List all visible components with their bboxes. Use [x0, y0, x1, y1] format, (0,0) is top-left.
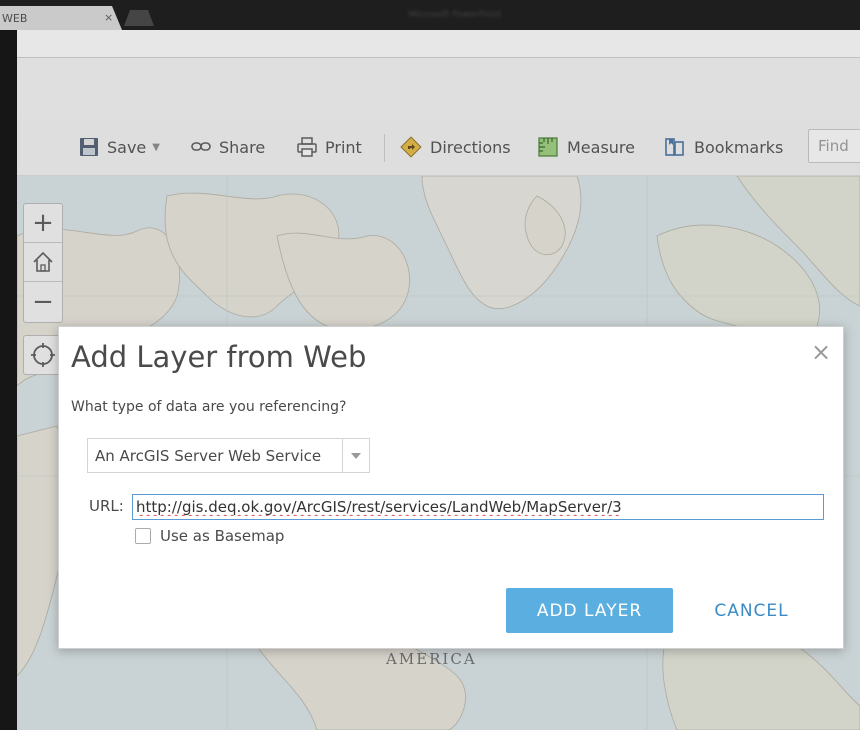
printer-icon [297, 137, 317, 157]
save-label: Save [107, 137, 147, 157]
link-icon [191, 142, 211, 151]
directions-label: Directions [430, 137, 511, 157]
chevron-down-icon: ▼ [152, 141, 160, 153]
share-label: Share [219, 137, 266, 157]
map-toolbar: Save ▼ Share Print Directions Measure Bo… [17, 118, 860, 176]
cancel-button[interactable]: CANCEL [699, 588, 804, 633]
directions-icon [400, 136, 422, 158]
url-input[interactable] [132, 494, 824, 520]
measure-button[interactable]: Measure [537, 136, 635, 158]
use-as-basemap-label: Use as Basemap [160, 527, 285, 545]
browser-tab[interactable]: WEB × [0, 6, 122, 30]
locate-icon [31, 343, 55, 367]
zoom-out-button[interactable]: − [24, 282, 62, 321]
bookmarks-icon [665, 138, 684, 156]
share-button[interactable]: Share [191, 136, 265, 158]
zoom-in-button[interactable]: + [24, 204, 62, 243]
use-as-basemap-checkbox[interactable] [135, 528, 151, 544]
directions-button[interactable]: Directions [400, 136, 511, 158]
zoom-control: + − [23, 203, 63, 323]
home-button[interactable] [24, 243, 62, 282]
chevron-down-icon [342, 439, 369, 472]
save-icon [80, 138, 98, 156]
locate-button[interactable] [23, 335, 63, 375]
add-layer-dialog: Add Layer from Web × What type of data a… [58, 326, 844, 649]
window-title: Microsoft PowerPoint [408, 10, 502, 20]
tab-close-icon[interactable]: × [104, 11, 113, 24]
close-icon[interactable]: × [811, 338, 831, 366]
add-layer-button[interactable]: ADD LAYER [506, 588, 673, 633]
measure-icon [538, 137, 558, 157]
new-tab-button[interactable] [124, 10, 154, 26]
url-label: URL: [89, 497, 124, 515]
print-button[interactable]: Print [297, 136, 362, 158]
toolbar-divider [384, 134, 385, 162]
save-button[interactable]: Save ▼ [79, 136, 160, 158]
data-type-selected: An ArcGIS Server Web Service [95, 446, 322, 465]
bookmarks-label: Bookmarks [694, 137, 784, 157]
print-label: Print [325, 137, 362, 157]
bookmarks-button[interactable]: Bookmarks [664, 136, 783, 158]
address-bar-area [17, 30, 860, 58]
home-icon [33, 251, 53, 272]
map-label-america: AMERICA [386, 650, 477, 668]
browser-tab-title: WEB [2, 12, 28, 25]
find-input[interactable]: Find [808, 129, 860, 163]
data-type-select[interactable]: An ArcGIS Server Web Service [87, 438, 370, 473]
browser-tab-strip: WEB × Microsoft PowerPoint [0, 0, 860, 30]
measure-label: Measure [567, 137, 635, 157]
data-type-question: What type of data are you referencing? [71, 399, 347, 415]
dialog-title: Add Layer from Web [71, 340, 367, 374]
